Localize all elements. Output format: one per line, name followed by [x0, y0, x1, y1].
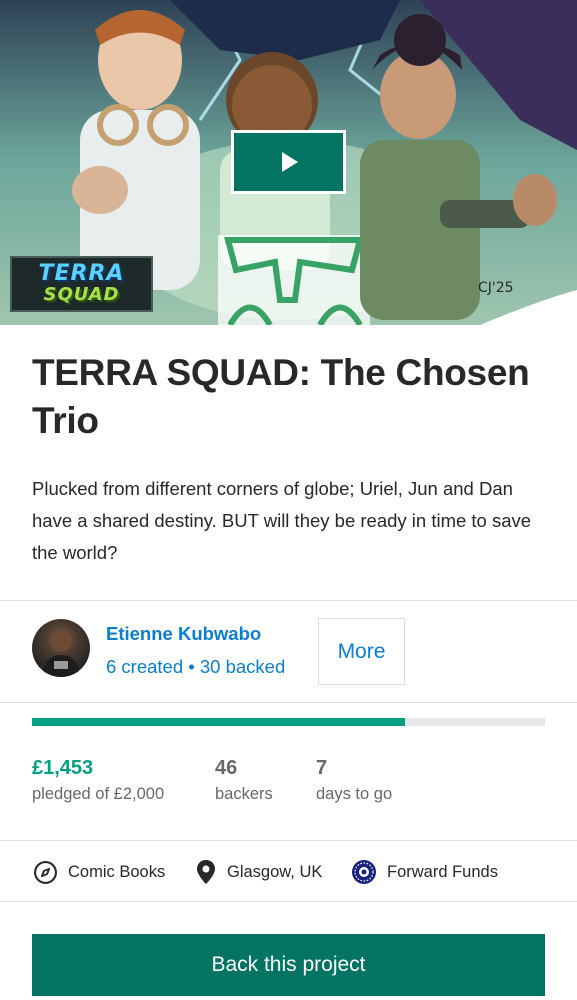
backers-stat: 46 backers: [215, 756, 273, 804]
play-video-button[interactable]: [231, 130, 346, 194]
map-pin-icon: [197, 860, 215, 884]
project-title: TERRA SQUAD: The Chosen Trio: [32, 352, 530, 441]
logo-terra: TERRA: [38, 261, 125, 286]
backers-count: 46: [215, 757, 238, 779]
more-button[interactable]: More: [318, 618, 405, 685]
creator-section: Etienne Kubwabo 6 created • 30 backed Mo…: [0, 600, 577, 703]
category-tag[interactable]: Comic Books: [33, 841, 165, 903]
location-tag[interactable]: Glasgow, UK: [195, 841, 322, 903]
project-info: TERRA SQUAD: The Chosen Trio Plucked fro…: [0, 325, 577, 569]
pledged-amount: £1,453: [32, 757, 94, 779]
forward-funds-icon: [352, 860, 376, 884]
pledged-stat: £1,453 pledged of £2,000: [32, 756, 164, 804]
backers-label: backers: [215, 785, 273, 803]
logo-squad: SQUAD: [43, 284, 120, 305]
days-label: days to go: [316, 785, 393, 803]
compass-icon: [34, 860, 57, 884]
back-project-button[interactable]: Back this project: [32, 934, 545, 996]
project-hero-image[interactable]: CJ'25 TERRA SQUAD: [0, 0, 577, 325]
project-meta: Comic Books Glasgow, UK Forward Funds: [0, 840, 577, 902]
funding-type-label: Forward Funds: [387, 862, 498, 881]
play-icon: [281, 152, 298, 172]
location-label: Glasgow, UK: [227, 862, 323, 881]
artist-signature: CJ'25: [478, 280, 514, 296]
category-label: Comic Books: [68, 862, 166, 881]
funding-progress-fill: [32, 718, 405, 726]
project-page: CJ'25 TERRA SQUAD TERRA SQUAD: The Chose…: [0, 0, 577, 1000]
project-blurb: Plucked from different corners of globe;…: [32, 478, 532, 563]
creator-name-link[interactable]: Etienne Kubwabo: [106, 623, 261, 645]
days-count: 7: [316, 757, 328, 779]
creator-avatar[interactable]: [32, 619, 90, 677]
pledged-goal-label: pledged of £2,000: [32, 785, 165, 803]
days-stat: 7 days to go: [316, 756, 392, 804]
comic-logo: TERRA SQUAD: [10, 256, 153, 312]
funding-progress-bar: [32, 718, 545, 726]
creator-stats-link[interactable]: 6 created • 30 backed: [106, 656, 285, 678]
funding-type-tag[interactable]: Forward Funds: [351, 841, 498, 903]
avatar-image: [42, 630, 80, 677]
